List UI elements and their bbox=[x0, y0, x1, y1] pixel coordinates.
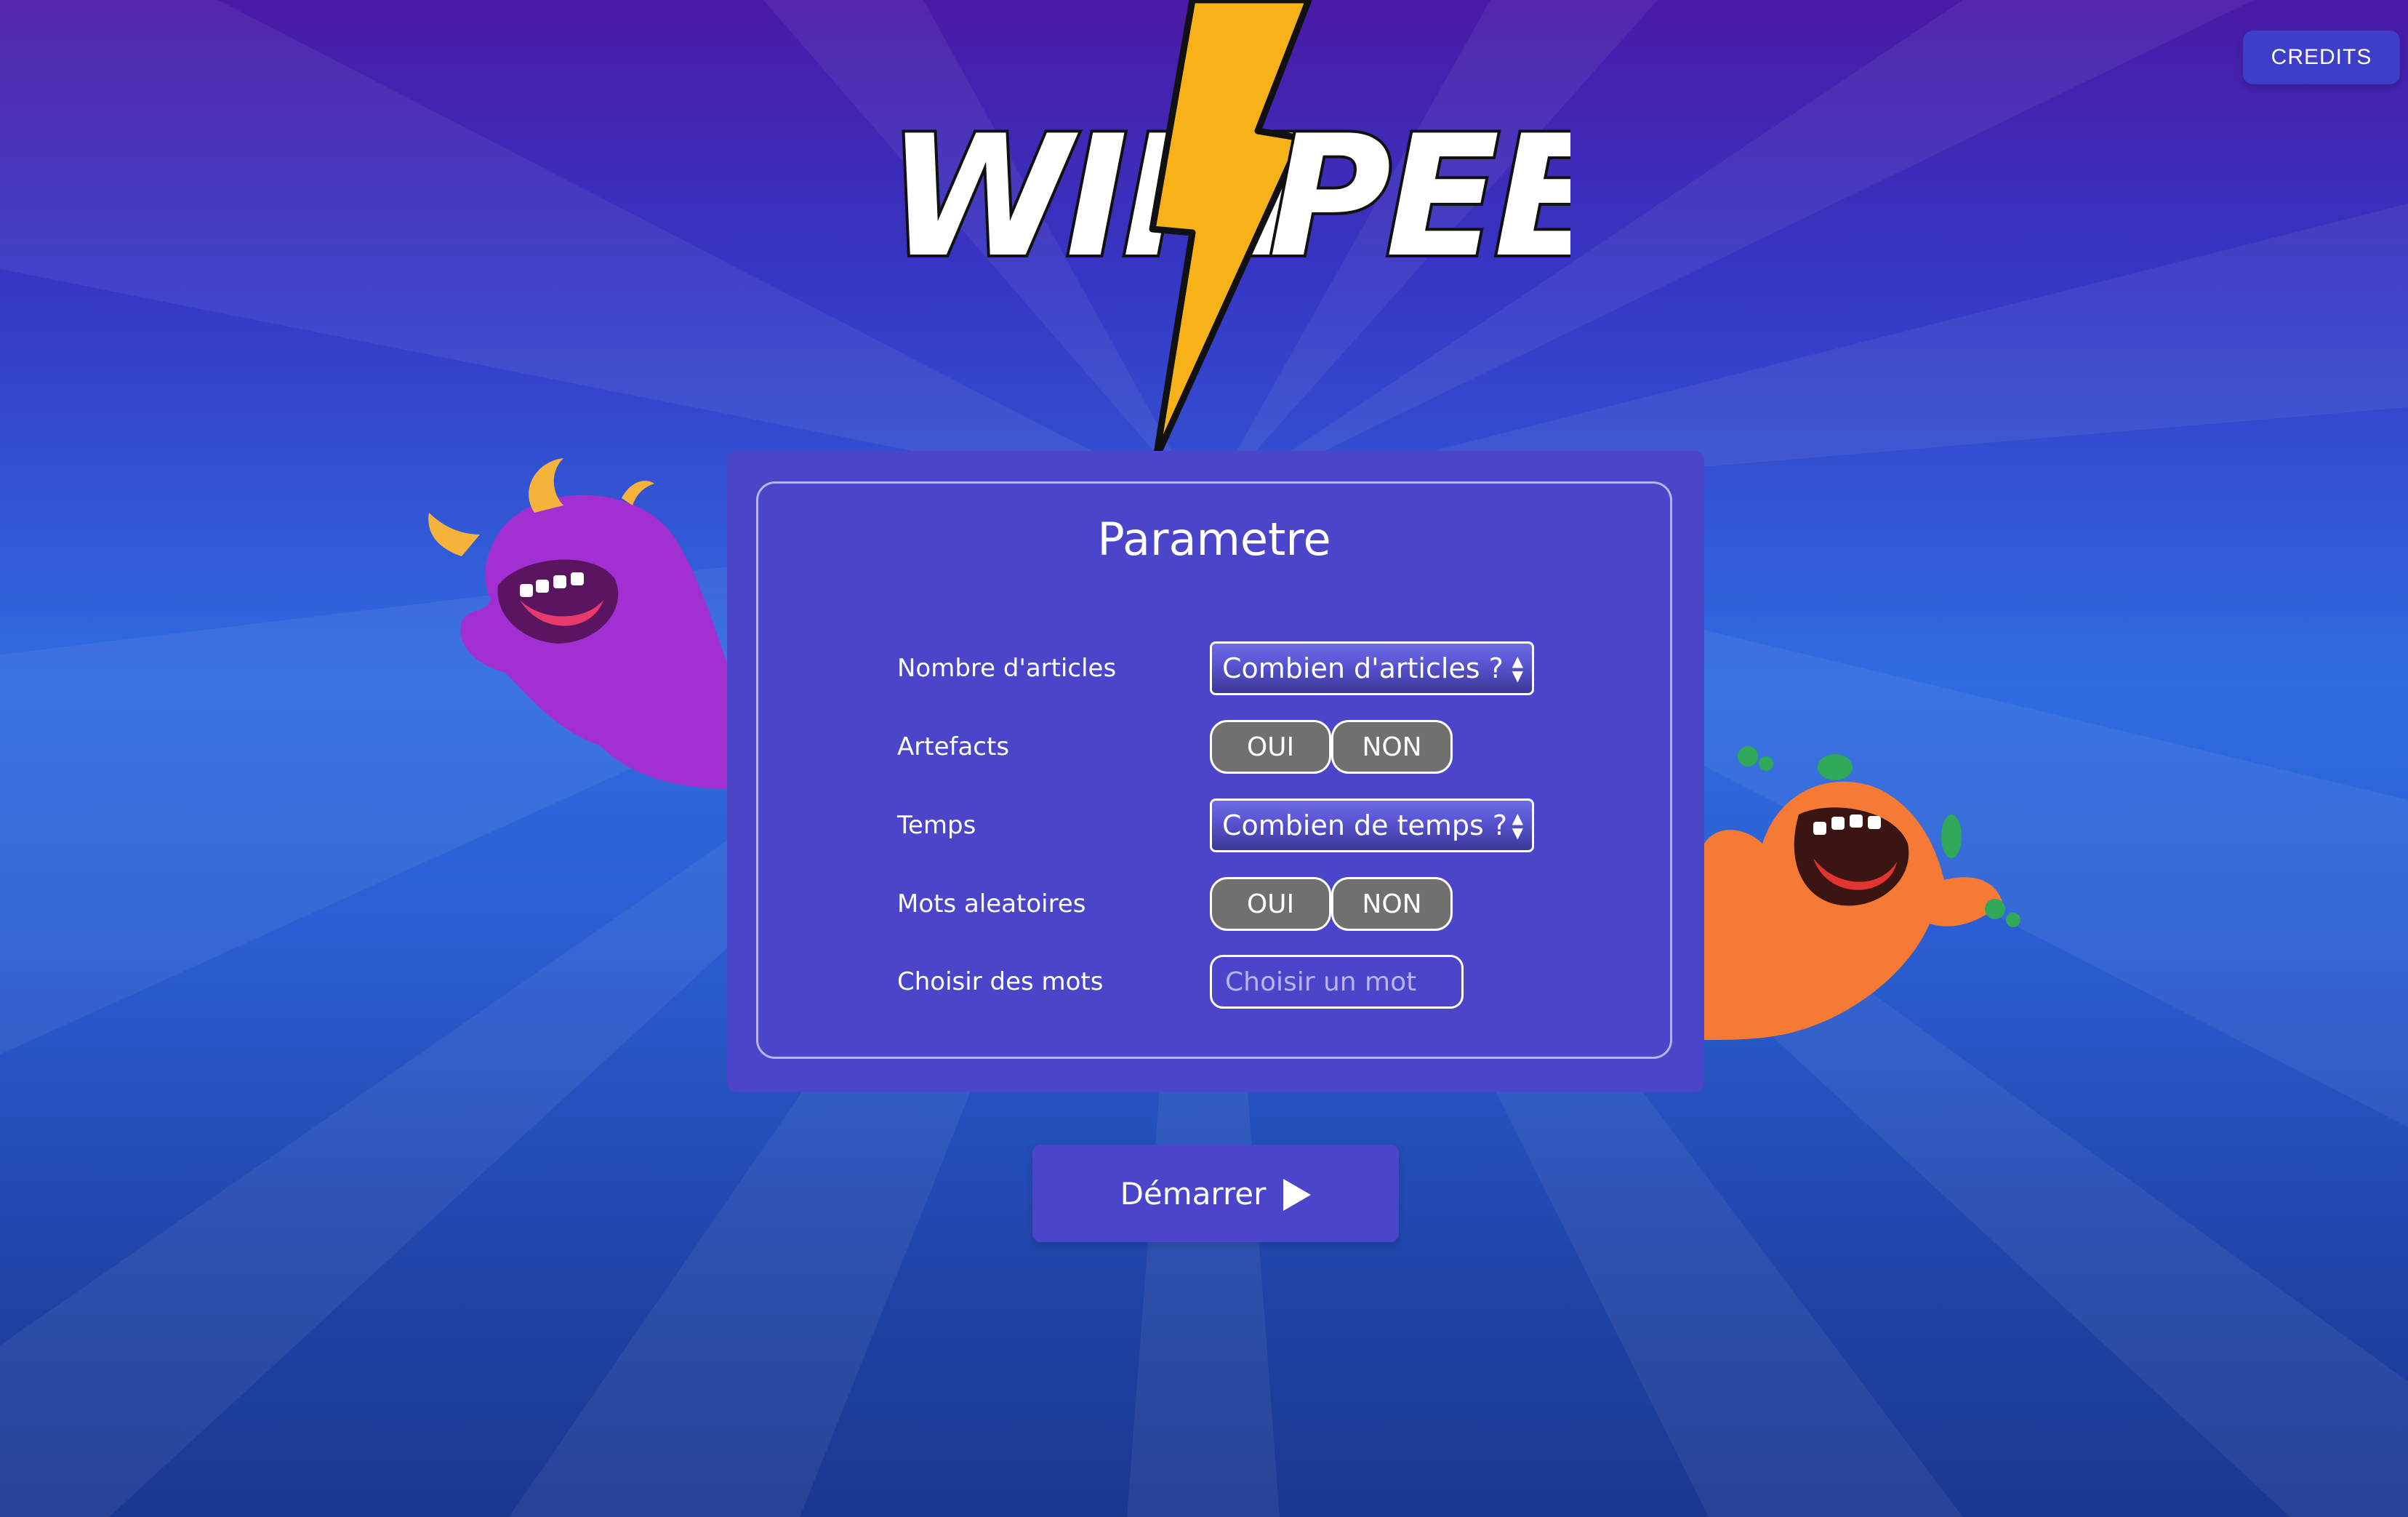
artefacts-oui-button[interactable]: OUI bbox=[1210, 720, 1331, 774]
settings-panel: Parametre Nombre d'articles Combien d'ar… bbox=[727, 451, 1704, 1092]
word-input[interactable] bbox=[1210, 955, 1464, 1009]
time-select-value: Combien de temps ? bbox=[1222, 809, 1508, 841]
artefacts-non-button[interactable]: NON bbox=[1331, 720, 1453, 774]
logo-text-right: PEED bbox=[1269, 100, 1570, 295]
start-button-label: Démarrer bbox=[1120, 1175, 1267, 1212]
label-mots-aleatoires: Mots aleatoires bbox=[897, 889, 1086, 918]
orange-monster bbox=[1704, 746, 2020, 1040]
time-select[interactable]: Combien de temps ? ▲ ▼ bbox=[1210, 798, 1534, 852]
play-icon bbox=[1283, 1179, 1312, 1211]
start-button[interactable]: Démarrer bbox=[1032, 1145, 1399, 1242]
settings-panel-frame: Parametre Nombre d'articles Combien d'ar… bbox=[756, 481, 1672, 1059]
select-arrows-icon: ▲ ▼ bbox=[1512, 809, 1523, 841]
select-arrows-icon: ▲ ▼ bbox=[1512, 652, 1523, 684]
articles-count-value: Combien d'articles ? bbox=[1222, 652, 1504, 684]
articles-count-select[interactable]: Combien d'articles ? ▲ ▼ bbox=[1210, 641, 1534, 695]
wikispeed-logo: WIKI PEED bbox=[884, 0, 1570, 458]
label-temps: Temps bbox=[897, 811, 976, 840]
label-artefacts: Artefacts bbox=[897, 732, 1010, 761]
random-words-non-button[interactable]: NON bbox=[1331, 877, 1453, 931]
panel-title: Parametre bbox=[1097, 513, 1331, 566]
label-nombre-articles: Nombre d'articles bbox=[897, 654, 1117, 683]
random-words-oui-button[interactable]: OUI bbox=[1210, 877, 1331, 931]
purple-monster bbox=[428, 458, 731, 789]
credits-button[interactable]: CREDITS bbox=[2243, 31, 2400, 84]
label-choisir-mots: Choisir des mots bbox=[897, 967, 1104, 996]
